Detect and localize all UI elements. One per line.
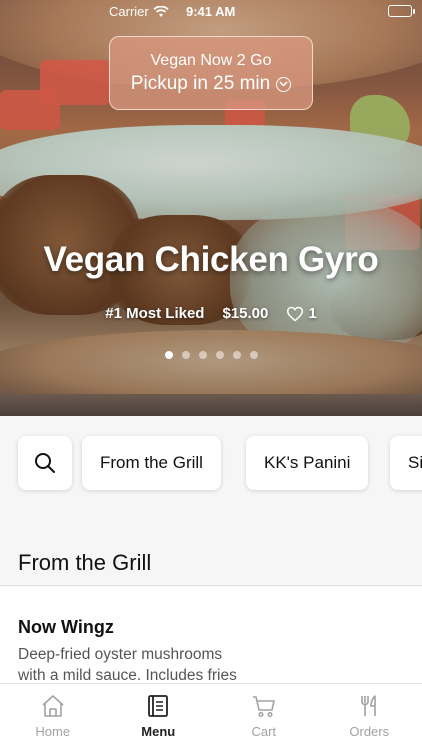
menu-item-name: Now Wingz [18,617,114,637]
tab-cart[interactable]: Cart [211,684,317,750]
tab-home[interactable]: Home [0,684,106,750]
pickup-time: Pickup in 25 min [130,73,271,94]
hero-banner[interactable]: Vegan Now 2 Go Pickup in 25 min Vegan Ch… [0,0,422,416]
status-time: 9:41 AM [186,4,236,19]
menu-item[interactable]: Now Wingz Deep-fried oyster mushrooms wi… [0,587,422,684]
carousel-dot[interactable] [198,351,207,359]
carousel-dot[interactable] [164,351,173,359]
tab-label-orders: Orders [349,724,390,739]
carrier-name: Carrier [109,4,149,19]
search-button[interactable] [18,436,72,490]
category-bar[interactable]: From the Grill KK's Panini Si [0,416,422,506]
dish-title: Vegan Chicken Gyro [43,240,379,279]
cart-icon [252,696,275,718]
carousel-dot[interactable] [215,351,224,359]
section-title: From the Grill [18,550,152,575]
category-chip-from-the-grill[interactable]: From the Grill [82,436,221,490]
section-header: From the Grill [0,506,422,586]
category-chip-kks-panini[interactable]: KK's Panini [246,436,369,490]
tab-orders[interactable]: Orders [317,684,422,750]
tab-bar: Home Menu Cart Orders [0,683,422,750]
search-icon [35,453,55,473]
fork-knife-icon [361,695,377,716]
category-chip-partial[interactable]: Si [390,436,422,490]
tab-label-cart: Cart [251,724,277,739]
like-count: 1 [308,305,317,322]
wifi-icon [153,5,169,17]
carousel-dot[interactable] [181,351,190,359]
pickup-selector-button[interactable]: Vegan Now 2 Go Pickup in 25 min [109,36,313,110]
dish-price: $15.00 [222,305,269,322]
dish-meta: #1 Most Liked $15.00 1 [0,305,422,322]
tab-menu[interactable]: Menu [106,684,212,750]
menu-book-icon [148,695,169,717]
carousel-dot[interactable] [232,351,241,359]
home-icon [42,695,64,717]
menu-item-description: Deep-fried oyster mushrooms with a mild … [18,646,237,684]
tab-label-home: Home [35,724,71,739]
tab-label-menu: Menu [141,724,176,739]
status-bar: Carrier 9:41 AM [0,0,422,24]
carousel-dot[interactable] [249,351,258,359]
store-name: Vegan Now 2 Go [150,52,272,69]
carousel-dots[interactable] [0,351,422,359]
dish-badge: #1 Most Liked [105,305,205,322]
battery-icon [388,5,415,17]
heart-icon [287,306,304,322]
like-button[interactable]: 1 [286,305,317,322]
chevron-down-icon [276,76,292,92]
